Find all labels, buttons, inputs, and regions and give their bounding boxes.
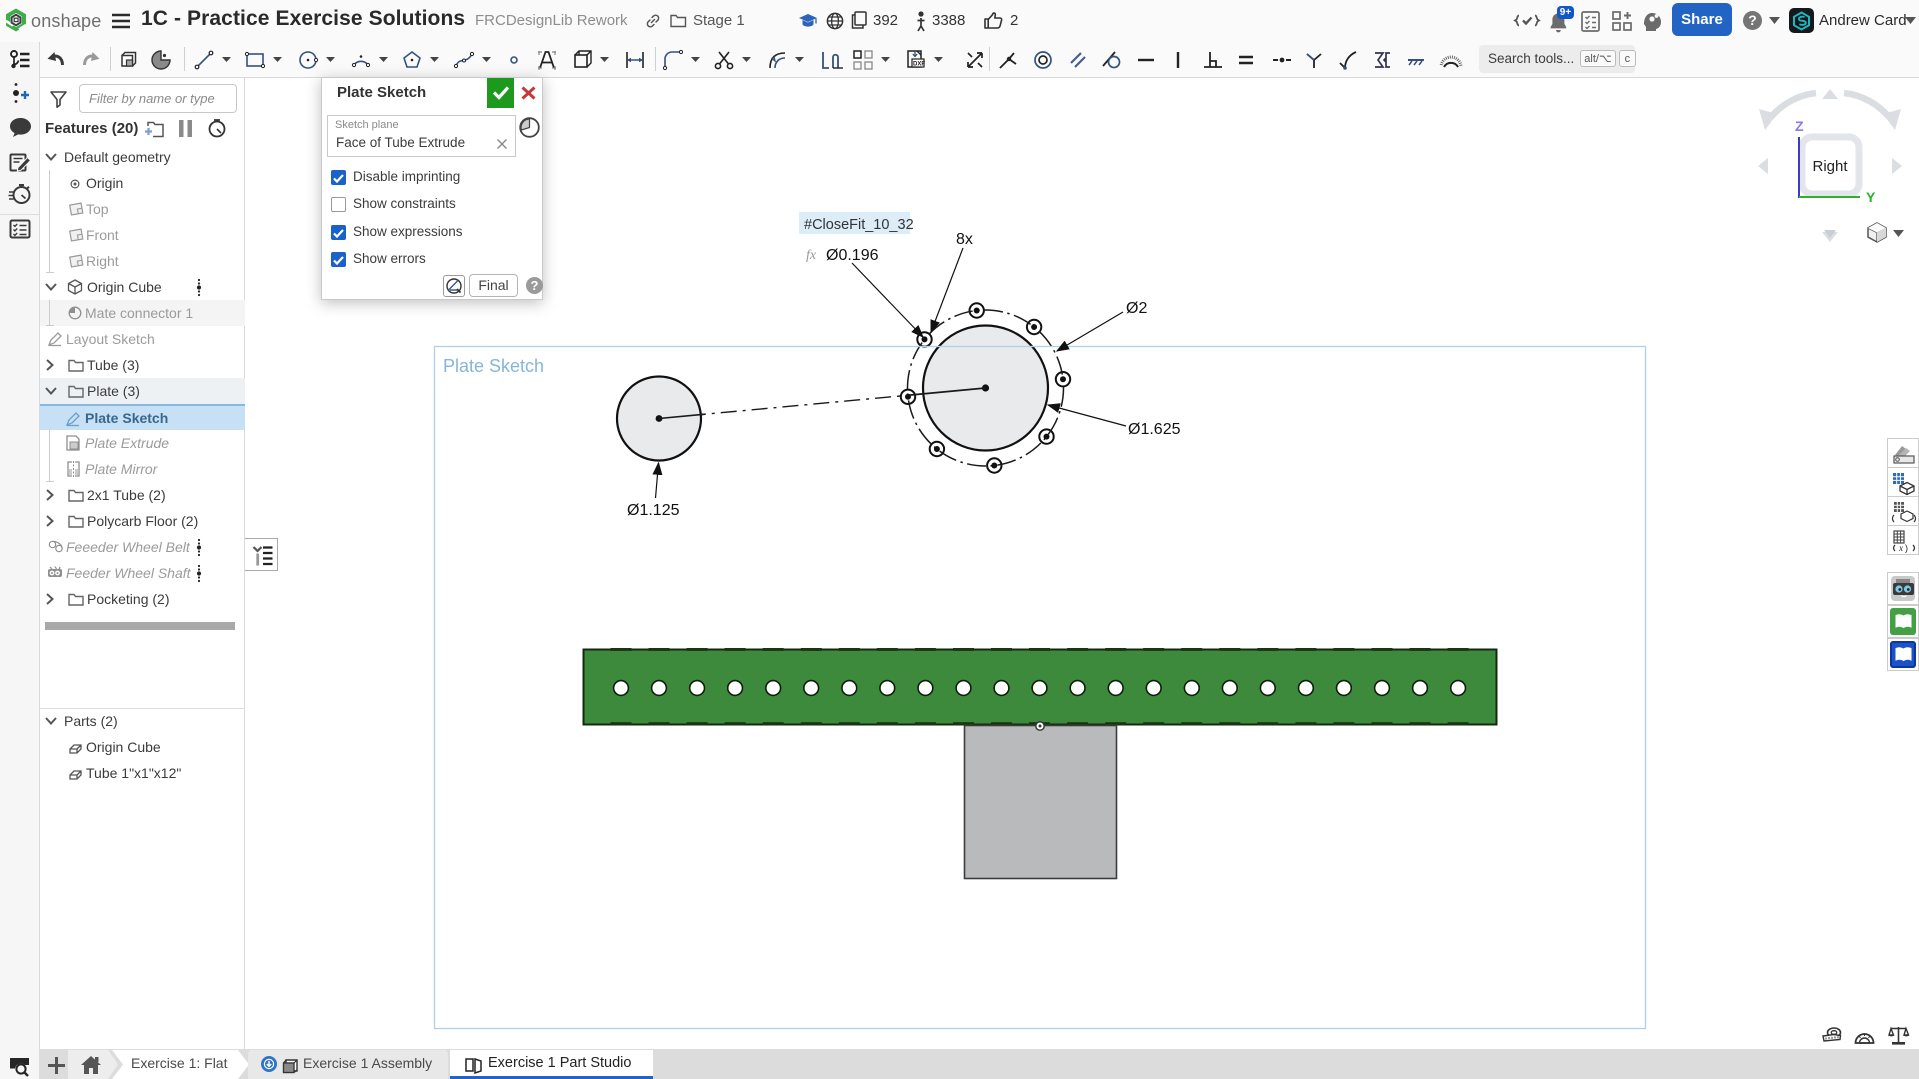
svg-text:x: x: [1898, 543, 1903, 553]
svg-text:DXF: DXF: [913, 62, 925, 68]
svg-text:Ø0.196: Ø0.196: [826, 247, 879, 264]
svg-text:Ø1.125: Ø1.125: [627, 502, 680, 519]
svg-text:Plate Sketch: Plate Sketch: [443, 356, 544, 376]
svg-text:#CloseFit_10_32: #CloseFit_10_32: [804, 217, 914, 233]
svg-text:Right: Right: [1812, 158, 1848, 175]
svg-text:8x: 8x: [956, 231, 973, 248]
svg-text:Z: Z: [1795, 118, 1804, 134]
svg-text:fx: fx: [806, 248, 817, 263]
svg-text:Ø2: Ø2: [1126, 300, 1147, 317]
svg-text:Ø1.625: Ø1.625: [1128, 421, 1181, 438]
svg-text:): ): [1905, 543, 1908, 553]
svg-text:Y: Y: [1866, 189, 1876, 205]
